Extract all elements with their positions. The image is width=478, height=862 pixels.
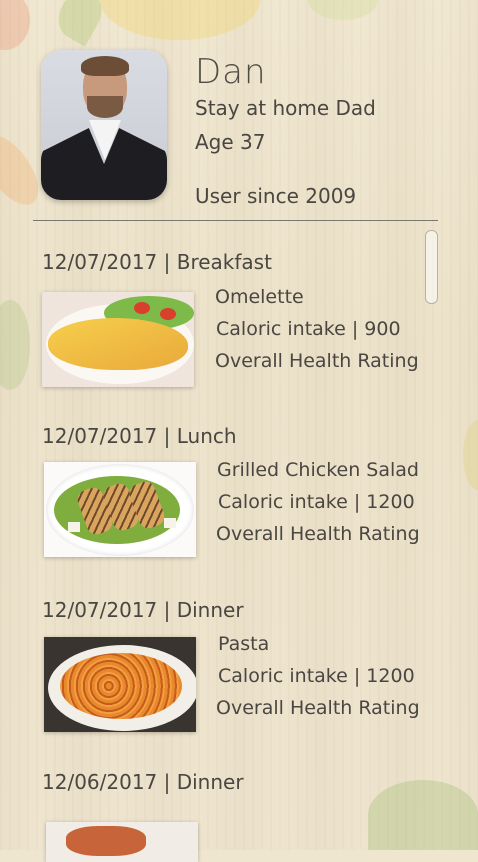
- meal-header: 12/07/2017 | Breakfast: [42, 250, 272, 274]
- meal-photo[interactable]: [46, 822, 198, 862]
- profile-role: Stay at home Dad: [195, 96, 376, 120]
- meal-health-rating[interactable]: Overall Health Rating: [215, 350, 419, 372]
- profile-name: Dan: [195, 52, 267, 92]
- meal-photo-pasta[interactable]: [44, 637, 196, 732]
- meal-dish-name: Grilled Chicken Salad: [217, 459, 419, 481]
- vegetable-decoration: [368, 780, 478, 850]
- vegetable-decoration: [463, 420, 478, 490]
- vegetable-decoration: [0, 0, 30, 50]
- meal-dish-name: Omelette: [215, 286, 304, 308]
- profile-member-since: User since 2009: [195, 184, 357, 208]
- header-divider: [33, 220, 438, 221]
- meal-header: 12/07/2017 | Lunch: [42, 424, 237, 448]
- meal-dish-name: Pasta: [218, 633, 270, 655]
- profile-avatar[interactable]: [41, 50, 167, 200]
- meal-calories: Caloric intake | 1200: [218, 665, 415, 687]
- meal-photo-omelette[interactable]: [42, 292, 194, 387]
- vegetable-decoration: [0, 300, 30, 390]
- meal-health-rating[interactable]: Overall Health Rating: [216, 697, 420, 719]
- meal-calories: Caloric intake | 1200: [218, 491, 415, 513]
- meal-header: 12/06/2017 | Dinner: [42, 770, 244, 794]
- vegetable-decoration: [308, 0, 378, 20]
- meal-photo-chicken-salad[interactable]: [44, 462, 196, 557]
- profile-age: Age 37: [195, 130, 266, 154]
- meal-header: 12/07/2017 | Dinner: [42, 598, 244, 622]
- meal-health-rating[interactable]: Overall Health Rating: [216, 523, 420, 545]
- meal-calories: Caloric intake | 900: [216, 318, 401, 340]
- scrollbar-thumb[interactable]: [425, 230, 438, 304]
- vegetable-decoration: [100, 0, 260, 40]
